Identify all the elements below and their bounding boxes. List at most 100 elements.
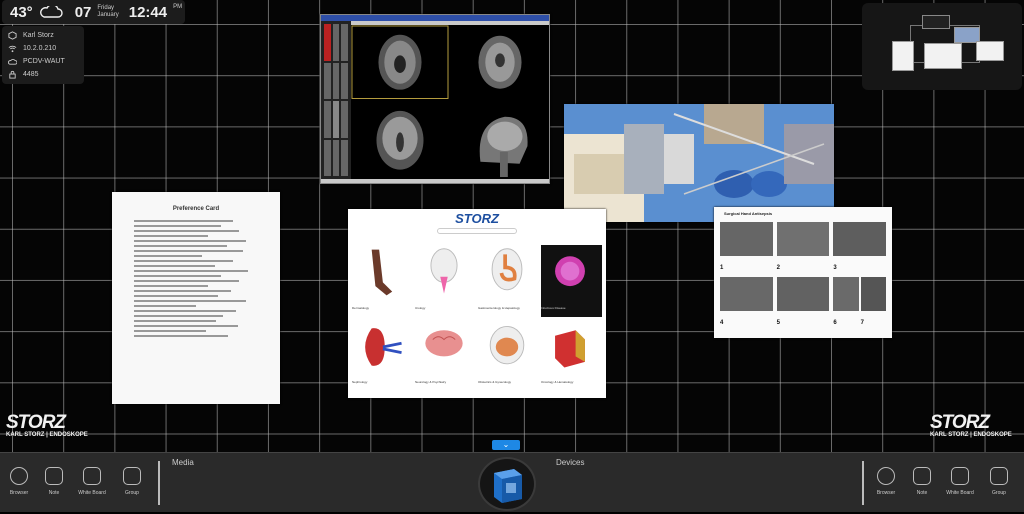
tile-label: Infectious Disease <box>541 306 566 310</box>
group-button-left[interactable]: Group <box>118 467 146 496</box>
devices-button[interactable] <box>478 457 536 511</box>
oncology-illustration <box>555 329 585 368</box>
antisepsis-steps: 1 2 3 4 5 67 <box>720 222 887 329</box>
taskbar-divider <box>862 461 864 505</box>
whiteboard-button-left[interactable]: White Board <box>78 467 106 496</box>
tile-label: Gastroenterology & Hepatology <box>478 306 520 310</box>
mri-sagittal-slice <box>451 103 549 178</box>
group-icon <box>123 467 141 485</box>
clock-time: 12:44 <box>128 3 168 21</box>
step-1: 1 <box>720 222 773 274</box>
mri-axial-slice-2 <box>451 25 549 100</box>
hand-antisepsis-sheet[interactable]: Surgical Hand Antisepsis 1 2 3 4 5 67 <box>714 207 892 338</box>
step-number: 4 <box>720 320 724 326</box>
minimap-thumb-mri[interactable] <box>922 15 950 29</box>
cloud-icon <box>39 6 63 18</box>
storz-logo-left: STORZ KARL STORZ | ENDOSKOPE <box>6 412 88 438</box>
gi-illustration <box>491 248 523 291</box>
device-cube-icon <box>494 469 522 503</box>
tile-label: Urology <box>415 306 426 310</box>
step-2: 2 <box>776 222 830 274</box>
preference-card-document[interactable]: Preference Card <box>112 192 280 404</box>
tile-label: Oncology & Hematology <box>541 379 574 384</box>
storz-anatomy-card[interactable]: STORZ Dermatology Urology Gastroenterolo… <box>348 209 606 398</box>
obstetrics-illustration <box>489 325 525 364</box>
anatomy-tile-oncology[interactable]: Oncology & Hematology <box>541 319 602 391</box>
anatomy-grid: Dermatology Urology Gastroenterology & H… <box>352 245 602 390</box>
network-name: PCDV-WAUT <box>23 58 65 65</box>
group-button-right[interactable]: Group <box>985 467 1013 496</box>
tool-label: White Board <box>946 490 974 496</box>
location-cube-icon <box>8 31 17 40</box>
tool-label: Browser <box>9 490 29 496</box>
note-button-right[interactable]: Note <box>908 467 936 496</box>
tile-label: Dermatology <box>352 306 370 310</box>
anatomy-tile-neurology[interactable]: Neurology & Psychiatry <box>415 319 476 391</box>
surgical-instruments-photo[interactable] <box>564 104 834 222</box>
network-row-pin: 4485 <box>8 68 78 81</box>
media-label: Media <box>172 458 194 467</box>
antisepsis-title: Surgical Hand Antisepsis <box>724 211 773 216</box>
minimap-thumb-storz-card[interactable] <box>924 43 962 69</box>
storz-card-logo: STORZ <box>455 211 499 226</box>
tool-label: Group <box>992 490 1006 496</box>
note-icon <box>913 467 931 485</box>
tile-label: Obstetrics & Gynecology <box>478 379 512 384</box>
browser-button-right[interactable]: Browser <box>872 467 900 496</box>
tile-label: Neurology & Psychiatry <box>415 379 447 384</box>
step-4: 4 <box>720 277 773 329</box>
logo-wordmark: STORZ <box>930 412 990 433</box>
globe-icon <box>877 467 895 485</box>
instrument-table-image <box>564 104 834 222</box>
mri-axial-slice-1 <box>351 25 449 100</box>
step-6-7: 67 <box>833 277 887 329</box>
mri-image-grid <box>351 25 549 179</box>
logo-subtitle: KARL STORZ | ENDOSKOPE <box>930 432 1012 438</box>
virus-illustration <box>555 256 585 287</box>
note-button-left[interactable]: Note <box>40 467 68 496</box>
status-bar: 43° 07 Friday January 12:44 PM <box>2 0 185 24</box>
mri-viewer-window[interactable] <box>320 14 550 184</box>
network-row-ip: 10.2.0.210 <box>8 42 78 55</box>
group-icon <box>990 467 1008 485</box>
brain-illustration <box>425 329 463 356</box>
devices-label: Devices <box>556 458 585 467</box>
minimap-thumb-handwashing[interactable] <box>976 41 1004 61</box>
clock-ampm: PM <box>173 4 183 10</box>
anatomy-tile-dermatology[interactable]: Dermatology <box>352 245 413 317</box>
taskbar: Browser Note White Board Group Media Dev… <box>0 452 1024 512</box>
minimap-thumb-preference-card[interactable] <box>892 41 914 71</box>
date-text: Friday January <box>97 5 118 19</box>
whiteboard-icon <box>83 467 101 485</box>
storz-card-search[interactable] <box>437 228 517 234</box>
whiteboard-button-right[interactable]: White Board <box>946 467 974 496</box>
month-label: January <box>97 12 119 18</box>
day-label: Friday <box>97 5 115 11</box>
anatomy-tile-nephrology[interactable]: Nephrology <box>352 319 413 391</box>
anatomy-tile-infectious-disease[interactable]: Infectious Disease <box>541 245 602 317</box>
browser-button-left[interactable]: Browser <box>5 467 33 496</box>
step-number: 2 <box>776 265 780 271</box>
workspace-canvas[interactable]: 43° 07 Friday January 12:44 PM Karl Storz… <box>0 0 1024 512</box>
logo-wordmark: STORZ <box>6 412 66 433</box>
cloud-icon <box>8 58 17 65</box>
urology-illustration <box>430 248 458 294</box>
anatomy-tile-gastroenterology[interactable]: Gastroenterology & Hepatology <box>478 245 539 317</box>
anatomy-tile-obstetrics[interactable]: Obstetrics & Gynecology <box>478 319 539 391</box>
anatomy-tile-urology[interactable]: Urology <box>415 245 476 317</box>
tool-label: Browser <box>876 490 896 496</box>
network-info-panel: Karl Storz 10.2.0.210 PCDV-WAUT 4485 <box>2 26 84 84</box>
preference-card-body <box>134 220 258 337</box>
globe-icon <box>10 467 28 485</box>
step-3: 3 <box>833 222 886 274</box>
board-minimap[interactable] <box>862 3 1022 90</box>
taskbar-divider <box>158 461 160 505</box>
logo-subtitle: KARL STORZ | ENDOSKOPE <box>6 432 88 438</box>
step-number: 1 <box>720 265 724 271</box>
expand-devices-tab[interactable]: ⌄ <box>492 440 520 450</box>
step-number: 5 <box>776 320 780 326</box>
step-number: 3 <box>833 265 837 271</box>
step-number: 6 <box>833 320 837 326</box>
wifi-icon <box>8 45 17 53</box>
step-5: 5 <box>776 277 830 329</box>
